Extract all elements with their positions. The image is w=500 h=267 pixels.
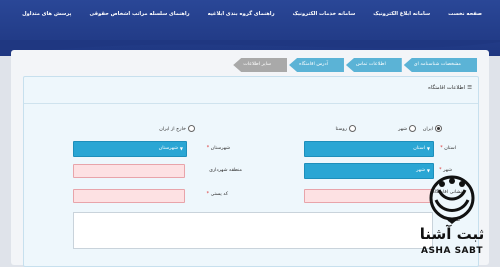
nav-item-faq[interactable]: پرسش های متداول [22, 11, 71, 23]
county-label: شهرستان * [206, 146, 230, 151]
nav-item-legal-entities-hierarchy-guide[interactable]: راهنمای سلسله مراتب اشخاص حقوقی [89, 11, 189, 23]
province-select[interactable]: ▼ استان [304, 141, 434, 157]
radio-outside-iran[interactable]: خارج از ایران [159, 124, 195, 132]
panel-header: ☰اطلاعات اقامتگاه [24, 77, 478, 104]
address-textarea[interactable] [73, 212, 433, 249]
logo-text-en: ASHA SABT [420, 246, 484, 256]
county-select[interactable]: ▼ شهرستان [73, 141, 187, 157]
radio-unchecked-icon [188, 124, 195, 132]
nav-item-notice-grouping-guide[interactable]: راهنمای گروه بندی ابلاغیه [208, 11, 275, 23]
radio-checked-icon [435, 124, 442, 132]
radio-city[interactable]: شهر [398, 124, 416, 132]
nav-item-e-notice-system[interactable]: سامانه ابلاغ الکترونیک [373, 11, 430, 23]
chevron-down-icon: ▼ [426, 146, 430, 151]
postal-code-label: کد پستی * [206, 192, 228, 197]
step-identity-info[interactable]: مشخصات شناسنامه ای [403, 58, 477, 72]
radio-iran[interactable]: ایران [423, 124, 442, 132]
asha-sabt-logo: ثبت آشنا ASHA SABT [406, 168, 498, 259]
nav-item-home[interactable]: صفحه نخست [448, 11, 482, 23]
bars-icon: ☰ [467, 85, 472, 91]
radio-unchecked-icon [409, 124, 416, 132]
nav-menu: صفحه نخست سامانه ابلاغ الکترونیک سامانه … [22, 11, 482, 23]
step-contact-info[interactable]: اطلاعات تماس [345, 58, 402, 72]
nav-item-e-services-system[interactable]: سامانه خدمات الکترونیک [293, 11, 356, 23]
municipal-zone-label: منطقه شهرداری [209, 168, 242, 173]
radio-unchecked-icon [349, 124, 356, 132]
chevron-down-icon: ▼ [179, 146, 183, 151]
radio-village[interactable]: روستا [335, 124, 356, 132]
logo-text-fa: ثبت آشنا [419, 225, 485, 243]
step-other-info[interactable]: سایر اطلاعات [233, 58, 288, 72]
step-residence-address[interactable]: آدرس اقامتگاه [289, 58, 344, 72]
municipal-zone-input[interactable] [73, 164, 185, 178]
province-label: استان * [440, 146, 456, 151]
panel-title: ☰اطلاعات اقامتگاه [428, 85, 472, 91]
wizard-steps: مشخصات شناسنامه ای اطلاعات تماس آدرس اقا… [231, 58, 477, 72]
postal-code-input[interactable] [73, 189, 185, 203]
